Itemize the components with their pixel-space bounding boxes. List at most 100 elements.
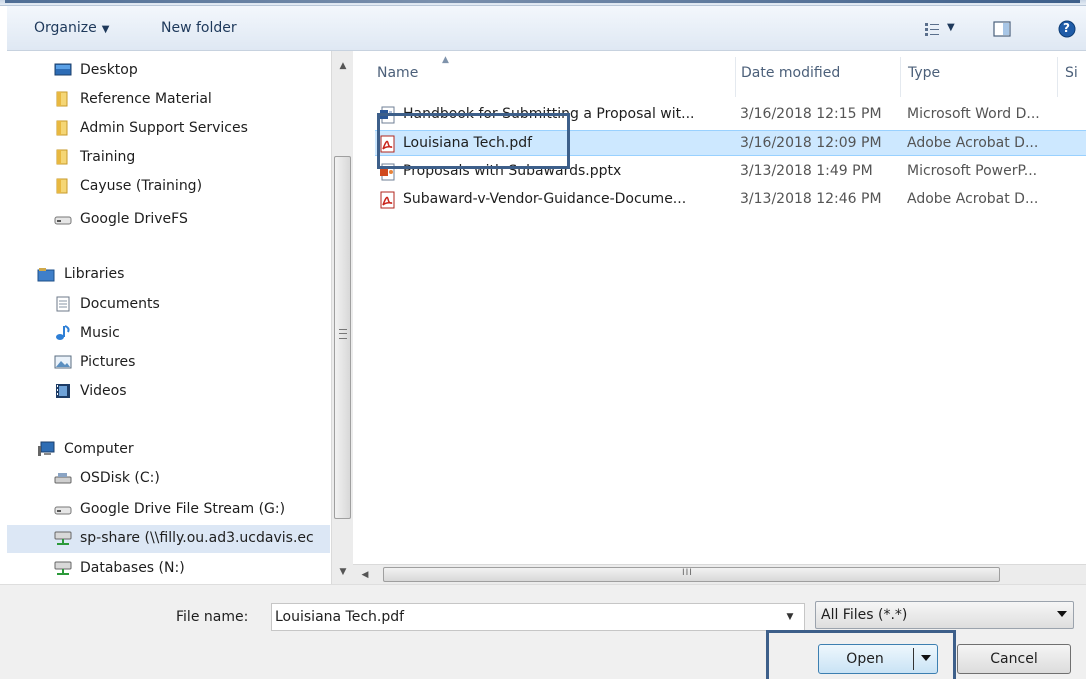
chevron-down-icon[interactable]: ▼ <box>776 604 804 630</box>
nav-item-cayuse-training[interactable]: Cayuse (Training) <box>7 173 330 201</box>
nav-item-music[interactable]: Music <box>7 320 330 348</box>
nav-item-desktop[interactable]: Desktop <box>7 57 330 85</box>
file-type: Adobe Acrobat D... <box>907 191 1039 207</box>
file-name: Handbook for Submitting a Proposal wit..… <box>403 106 695 122</box>
file-name-input[interactable] <box>275 607 775 627</box>
preview-pane-icon <box>993 21 1011 37</box>
nav-item-databases[interactable]: Databases (N:) <box>7 555 330 583</box>
nav-item-label: Reference Material <box>80 91 212 107</box>
file-name: Subaward-v-Vendor-Guidance-Docume... <box>403 191 687 207</box>
nav-item-google-drive-file-stream[interactable]: Google Drive File Stream (G:) <box>7 496 330 524</box>
powerpoint-icon <box>380 163 395 181</box>
file-row-subaward-v-vendor[interactable]: Subaward-v-Vendor-Guidance-Docume... 3/1… <box>375 187 1086 213</box>
open-options-dropdown-icon[interactable] <box>921 655 931 661</box>
desktop-icon <box>54 63 72 76</box>
pdf-icon <box>380 191 395 209</box>
column-header-label: Type <box>908 65 941 81</box>
pictures-icon <box>54 355 72 369</box>
preview-pane-button[interactable] <box>992 19 1012 41</box>
nav-item-label: Libraries <box>64 266 125 282</box>
disk-icon <box>54 473 72 484</box>
nav-item-label: Databases (N:) <box>80 560 185 576</box>
column-header-size[interactable]: Si <box>1065 65 1078 81</box>
organize-label: Organize <box>34 20 97 36</box>
file-list[interactable]: Name ▲ Date modified Type Si Handbook fo… <box>353 51 1086 564</box>
organize-button[interactable]: Organize ▼ <box>34 20 109 36</box>
nav-item-label: sp-share (\\filly.ou.ad3.ucdavis.ec <box>80 530 314 546</box>
scrollbar-thumb[interactable]: III <box>383 567 1000 582</box>
file-date: 3/13/2018 12:46 PM <box>740 191 882 207</box>
nav-item-documents[interactable]: Documents <box>7 291 330 319</box>
nav-item-training[interactable]: Training <box>7 144 330 172</box>
documents-icon <box>56 296 70 312</box>
open-button[interactable]: Open <box>818 644 938 674</box>
nav-item-admin-support-services[interactable]: Admin Support Services <box>7 115 330 143</box>
nav-item-osdisk[interactable]: OSDisk (C:) <box>7 465 330 493</box>
nav-item-computer[interactable]: Computer <box>7 436 330 464</box>
nav-item-label: Music <box>80 325 120 341</box>
nav-item-videos[interactable]: Videos <box>7 378 330 406</box>
column-header-label: Name <box>377 65 419 81</box>
sort-ascending-icon: ▲ <box>442 55 449 65</box>
scrollbar-thumb[interactable] <box>334 156 351 519</box>
split-divider <box>913 648 914 670</box>
file-date: 3/13/2018 1:49 PM <box>740 163 873 179</box>
nav-item-label: Desktop <box>80 62 138 78</box>
open-button-label: Open <box>846 651 884 667</box>
file-type-filter-select[interactable]: All Files (*.*) <box>815 601 1074 629</box>
new-folder-button[interactable]: New folder <box>161 20 237 36</box>
nav-item-google-drivefs[interactable]: Google DriveFS <box>7 206 330 234</box>
open-file-dialog: Organize ▼ New folder ▼ ? Desktop Refere… <box>0 0 1086 679</box>
network-drive-icon <box>54 531 72 545</box>
left-edge <box>0 6 7 584</box>
folder-icon <box>56 91 68 107</box>
nav-item-label: Google Drive File Stream (G:) <box>80 501 286 517</box>
file-date: 3/16/2018 12:15 PM <box>740 106 882 122</box>
change-view-button[interactable]: ▼ <box>923 19 963 41</box>
cancel-button[interactable]: Cancel <box>957 644 1071 674</box>
file-row-handbook[interactable]: Handbook for Submitting a Proposal wit..… <box>375 102 1086 128</box>
music-icon <box>56 325 70 340</box>
nav-item-sp-share[interactable]: sp-share (\\filly.ou.ad3.ucdavis.ec <box>7 525 330 553</box>
file-row-louisiana-tech[interactable]: Louisiana Tech.pdf 3/16/2018 12:09 PM Ad… <box>375 130 1086 156</box>
nav-item-label: Google DriveFS <box>80 211 188 227</box>
column-header-label: Date modified <box>741 65 841 81</box>
scroll-up-arrow-icon[interactable]: ▲ <box>332 57 354 75</box>
help-glyph: ? <box>1063 21 1070 35</box>
scroll-left-arrow-icon[interactable]: ◀ <box>355 565 375 585</box>
help-button[interactable]: ? <box>1057 19 1077 41</box>
nav-item-libraries[interactable]: Libraries <box>7 261 330 289</box>
computer-icon <box>38 441 55 456</box>
column-header-type[interactable]: Type <box>908 65 940 81</box>
nav-item-label: Computer <box>64 441 134 457</box>
file-date: 3/16/2018 12:09 PM <box>740 135 882 151</box>
nav-item-label: Pictures <box>80 354 136 370</box>
nav-item-label: Training <box>80 149 136 165</box>
column-header-date-modified[interactable]: Date modified <box>741 65 840 81</box>
column-divider[interactable] <box>735 57 736 97</box>
nav-item-label: Cayuse (Training) <box>80 178 203 194</box>
nav-item-label: OSDisk (C:) <box>80 470 160 486</box>
folder-icon <box>56 178 68 194</box>
view-list-icon <box>925 23 939 36</box>
chevron-down-icon <box>1057 611 1067 617</box>
file-type: Microsoft PowerP... <box>907 163 1038 179</box>
navigation-pane[interactable]: Desktop Reference Material Admin Support… <box>7 51 330 584</box>
libraries-icon <box>37 268 55 282</box>
file-name-combobox[interactable]: ▼ <box>271 603 805 631</box>
column-divider[interactable] <box>900 57 901 97</box>
file-list-horizontal-scrollbar[interactable]: ◀ III <box>353 564 1086 584</box>
network-drive-icon <box>54 561 72 575</box>
navigation-scrollbar[interactable]: ▲ ▼ <box>331 51 353 584</box>
scroll-down-arrow-icon[interactable]: ▼ <box>332 563 354 581</box>
nav-item-pictures[interactable]: Pictures <box>7 349 330 377</box>
nav-item-label: Videos <box>80 383 127 399</box>
column-header-name[interactable]: Name <box>377 65 418 81</box>
column-divider[interactable] <box>1057 57 1058 97</box>
nav-item-reference-material[interactable]: Reference Material <box>7 86 330 114</box>
chevron-down-icon: ▼ <box>947 22 955 33</box>
column-header-label: Si <box>1065 65 1078 81</box>
file-row-proposals-with-subawards[interactable]: Proposals with Subawards.pptx 3/13/2018 … <box>375 159 1086 185</box>
nav-item-label: Admin Support Services <box>80 120 248 136</box>
drive-icon <box>54 506 72 515</box>
